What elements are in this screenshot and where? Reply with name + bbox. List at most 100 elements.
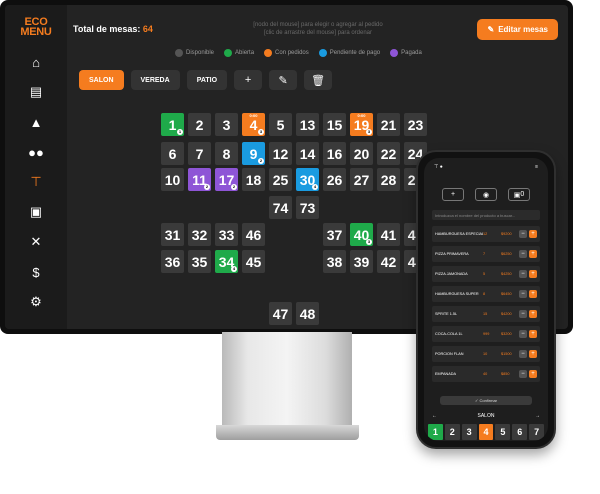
plus-icon[interactable]: + xyxy=(529,290,537,298)
table-10[interactable]: 10 xyxy=(161,168,184,191)
plus-icon[interactable]: + xyxy=(529,270,537,278)
table-3[interactable]: 3 xyxy=(215,113,238,136)
minus-icon[interactable]: − xyxy=(519,270,527,278)
cart-button[interactable]: ▣ 0 xyxy=(508,188,530,201)
table-23[interactable]: 23 xyxy=(404,113,427,136)
table-13[interactable]: 13 xyxy=(296,113,319,136)
mobile-table-6[interactable]: 6 xyxy=(512,424,528,440)
table-icon[interactable]: ⊤ xyxy=(27,173,45,191)
table-31[interactable]: 31 xyxy=(161,223,184,246)
table-48[interactable]: 48 xyxy=(296,302,319,325)
table-39[interactable]: 39 xyxy=(350,250,373,273)
table-37[interactable]: 37 xyxy=(323,223,346,246)
minus-icon[interactable]: − xyxy=(519,230,527,238)
table-38[interactable]: 38 xyxy=(323,250,346,273)
trash-icon[interactable]: 🗑 xyxy=(304,70,333,90)
add-icon[interactable]: + xyxy=(442,188,464,201)
table-73[interactable]: 73 xyxy=(296,196,319,219)
table-15[interactable]: 15 xyxy=(323,113,346,136)
table-17[interactable]: 17 2 xyxy=(215,168,238,191)
plus-icon[interactable]: + xyxy=(529,370,537,378)
table-number: 73 xyxy=(299,199,316,216)
tab-patio[interactable]: PATIO xyxy=(186,70,228,90)
table-21[interactable]: 21 xyxy=(377,113,400,136)
tab-salon[interactable]: SALON xyxy=(79,70,124,90)
table-22[interactable]: 22 xyxy=(377,142,400,165)
table-46[interactable]: 46 xyxy=(242,223,265,246)
table-16[interactable]: 16 xyxy=(323,142,346,165)
table-30[interactable]: 30 4 xyxy=(296,168,319,191)
plus-icon[interactable]: + xyxy=(529,230,537,238)
minus-icon[interactable]: − xyxy=(519,370,527,378)
table-20[interactable]: 20 xyxy=(350,142,373,165)
table-4[interactable]: 4 0:00 3 xyxy=(242,113,265,136)
clipboard-icon[interactable]: ▣ xyxy=(27,203,45,221)
mobile-toolbar: + ◉ ▣ 0 xyxy=(442,188,530,201)
table-11[interactable]: 11 2 xyxy=(188,168,211,191)
confirm-button[interactable]: ✓ Confirmar xyxy=(440,396,532,405)
minus-icon[interactable]: − xyxy=(519,310,527,318)
table-12[interactable]: 12 xyxy=(269,142,292,165)
table-34[interactable]: 34 4 xyxy=(215,250,238,273)
mobile-table-4[interactable]: 4 xyxy=(478,424,494,440)
mobile-table-3[interactable]: 3 xyxy=(461,424,477,440)
add-icon[interactable]: + xyxy=(234,70,263,90)
table-32[interactable]: 32 xyxy=(188,223,211,246)
table-25[interactable]: 25 xyxy=(269,168,292,191)
users-icon[interactable]: ●● xyxy=(27,143,45,161)
table-1[interactable]: 11 xyxy=(161,113,184,136)
table-41[interactable]: 41 xyxy=(377,223,400,246)
minus-icon[interactable]: − xyxy=(519,350,527,358)
table-33[interactable]: 33 xyxy=(215,223,238,246)
table-26[interactable]: 26 xyxy=(323,168,346,191)
tab-vereda[interactable]: VEREDA xyxy=(130,70,180,90)
table-2[interactable]: 2 xyxy=(188,113,211,136)
arrow-right-icon[interactable]: → xyxy=(535,413,540,419)
arrow-left-icon[interactable]: ← xyxy=(432,413,437,419)
table-14[interactable]: 14 xyxy=(296,142,319,165)
receipt-icon[interactable]: ▤ xyxy=(27,83,45,101)
table-7[interactable]: 7 xyxy=(188,142,211,165)
dollar-icon[interactable]: $ xyxy=(27,263,45,281)
table-5[interactable]: 5 xyxy=(269,113,292,136)
home-icon[interactable]: ⌂ xyxy=(27,53,45,71)
table-27[interactable]: 27 xyxy=(350,168,373,191)
mobile-table-1[interactable]: 1 xyxy=(428,424,443,440)
table-40[interactable]: 40 3 xyxy=(350,223,373,246)
table-6[interactable]: 6 xyxy=(161,142,184,165)
minus-icon[interactable]: − xyxy=(519,250,527,258)
plus-icon[interactable]: + xyxy=(529,310,537,318)
mobile-table-2[interactable]: 2 xyxy=(444,424,460,440)
product-price: $9200 xyxy=(501,232,512,236)
table-19[interactable]: 19 0:00 3 xyxy=(350,113,373,136)
table-9[interactable]: 92 xyxy=(242,142,265,165)
product-name: PORCION FLAN xyxy=(435,352,464,356)
mobile-table-7[interactable]: 7 xyxy=(529,424,545,440)
utensils-icon[interactable]: ✕ xyxy=(27,233,45,251)
plus-icon[interactable]: + xyxy=(529,330,537,338)
plus-icon[interactable]: + xyxy=(529,350,537,358)
table-47[interactable]: 47 xyxy=(269,302,292,325)
menu-icon[interactable]: ≡ xyxy=(535,164,538,172)
table-number: 26 xyxy=(326,171,343,188)
table-number: 1 xyxy=(168,116,177,133)
table-74[interactable]: 74 xyxy=(269,196,292,219)
minus-icon[interactable]: − xyxy=(519,290,527,298)
table-42[interactable]: 42 xyxy=(377,250,400,273)
table-18[interactable]: 18 xyxy=(242,168,265,191)
shapes-icon[interactable]: ▲ xyxy=(27,113,45,131)
minus-icon[interactable]: − xyxy=(519,330,527,338)
mobile-table-5[interactable]: 5 xyxy=(495,424,511,440)
table-35[interactable]: 35 xyxy=(188,250,211,273)
table-8[interactable]: 8 xyxy=(215,142,238,165)
eye-icon[interactable]: ◉ xyxy=(475,188,497,201)
gear-icon[interactable]: ⚙ xyxy=(27,293,45,311)
table-45[interactable]: 45 xyxy=(242,250,265,273)
table-36[interactable]: 36 xyxy=(161,250,184,273)
table-28[interactable]: 28 xyxy=(377,168,400,191)
table-number: 3 xyxy=(222,116,231,133)
edit-tables-button[interactable]: ✎ Editar mesas xyxy=(477,19,558,40)
product-search-input[interactable]: Introduzca el nombre del producto a busc… xyxy=(432,210,540,220)
pencil-icon[interactable]: ✎ xyxy=(269,70,298,90)
plus-icon[interactable]: + xyxy=(529,250,537,258)
